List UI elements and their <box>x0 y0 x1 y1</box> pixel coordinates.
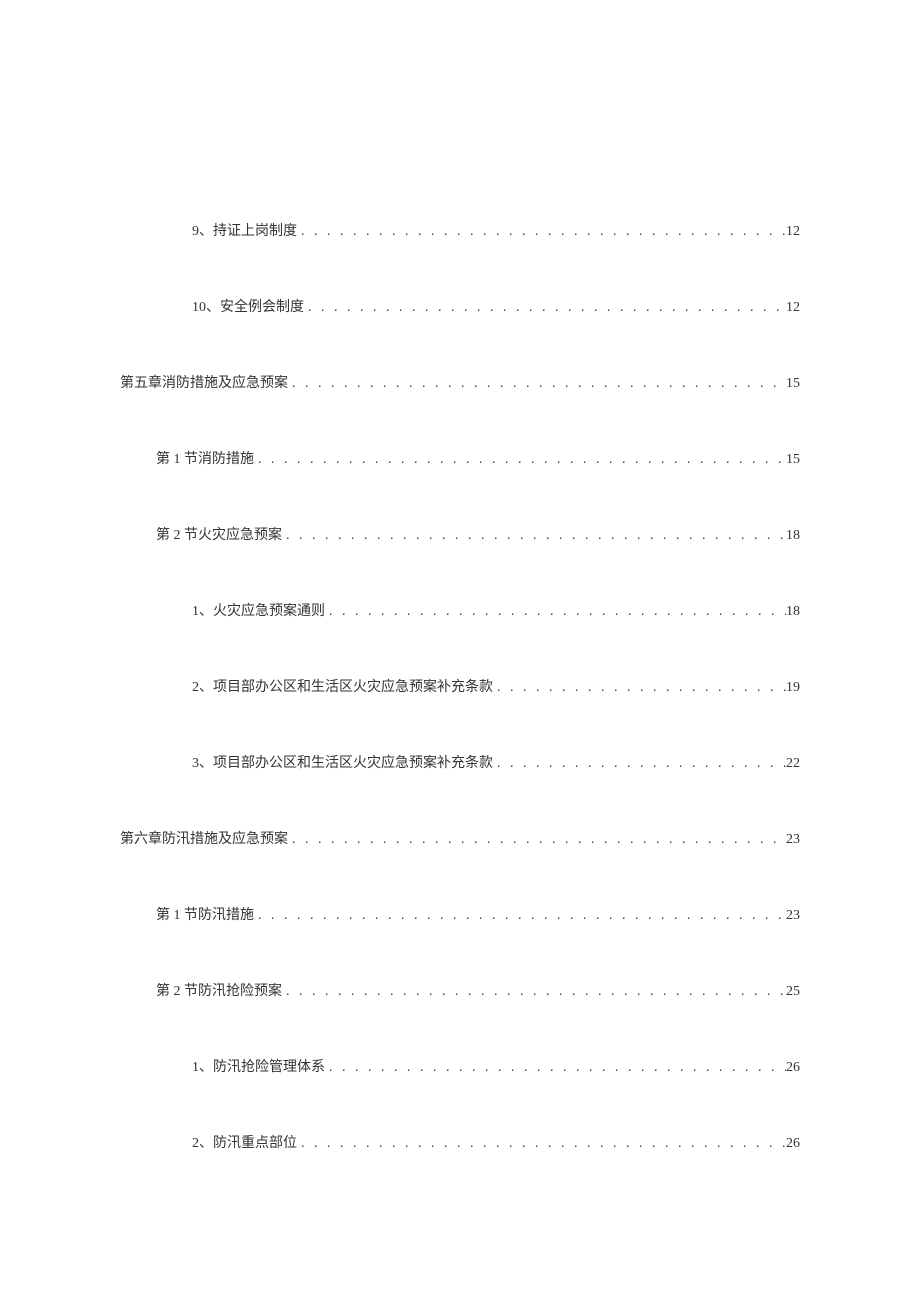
toc-entry: 第 2 节防汛抢险预案 25 <box>120 980 800 1000</box>
toc-entry: 第五章消防措施及应急预案 15 <box>120 372 800 392</box>
toc-entry: 第六章防汛措施及应急预案 23 <box>120 828 800 848</box>
toc-page-number: 18 <box>786 604 800 620</box>
toc-entry: 2、项目部办公区和生活区火灾应急预案补充条款 19 <box>120 676 800 696</box>
toc-label: 10、安全例会制度 <box>192 296 304 316</box>
toc-container: 9、持证上岗制度 12 10、安全例会制度 12 第五章消防措施及应急预案 15… <box>120 220 800 1152</box>
toc-label: 3、项目部办公区和生活区火灾应急预案补充条款 <box>192 752 493 772</box>
toc-page-number: 19 <box>786 680 800 696</box>
toc-leader-dots <box>254 908 786 924</box>
toc-page-number: 15 <box>786 376 800 392</box>
toc-entry: 1、火灾应急预案通则 18 <box>120 600 800 620</box>
toc-entry: 第 1 节防汛措施 23 <box>120 904 800 924</box>
toc-page-number: 22 <box>786 756 800 772</box>
toc-entry: 2、防汛重点部位 26 <box>120 1132 800 1152</box>
toc-leader-dots <box>254 452 786 468</box>
toc-leader-dots <box>282 528 786 544</box>
toc-page-number: 12 <box>786 224 800 240</box>
toc-page-number: 12 <box>786 300 800 316</box>
toc-entry: 10、安全例会制度 12 <box>120 296 800 316</box>
toc-page-number: 23 <box>786 832 800 848</box>
toc-entry: 3、项目部办公区和生活区火灾应急预案补充条款 22 <box>120 752 800 772</box>
toc-page-number: 26 <box>786 1136 800 1152</box>
toc-page-number: 18 <box>786 528 800 544</box>
toc-label: 第 2 节防汛抢险预案 <box>156 980 282 1000</box>
toc-label: 9、持证上岗制度 <box>192 220 297 240</box>
toc-leader-dots <box>288 832 786 848</box>
toc-entry: 第 2 节火灾应急预案 18 <box>120 524 800 544</box>
toc-label: 第五章消防措施及应急预案 <box>120 372 288 392</box>
toc-page-number: 25 <box>786 984 800 1000</box>
toc-leader-dots <box>304 300 786 316</box>
toc-leader-dots <box>493 680 786 696</box>
toc-label: 1、火灾应急预案通则 <box>192 600 325 620</box>
toc-leader-dots <box>297 1136 786 1152</box>
toc-page-number: 26 <box>786 1060 800 1076</box>
toc-leader-dots <box>288 376 786 392</box>
toc-label: 第 2 节火灾应急预案 <box>156 524 282 544</box>
toc-label: 第六章防汛措施及应急预案 <box>120 828 288 848</box>
toc-entry: 第 1 节消防措施 15 <box>120 448 800 468</box>
toc-leader-dots <box>325 1060 786 1076</box>
toc-entry: 1、防汛抢险管理体系 26 <box>120 1056 800 1076</box>
toc-label: 第 1 节消防措施 <box>156 448 254 468</box>
toc-label: 第 1 节防汛措施 <box>156 904 254 924</box>
toc-page-number: 23 <box>786 908 800 924</box>
toc-entry: 9、持证上岗制度 12 <box>120 220 800 240</box>
toc-label: 2、项目部办公区和生活区火灾应急预案补充条款 <box>192 676 493 696</box>
toc-label: 2、防汛重点部位 <box>192 1132 297 1152</box>
toc-leader-dots <box>297 224 786 240</box>
toc-leader-dots <box>325 604 786 620</box>
toc-page-number: 15 <box>786 452 800 468</box>
toc-label: 1、防汛抢险管理体系 <box>192 1056 325 1076</box>
toc-leader-dots <box>493 756 786 772</box>
toc-leader-dots <box>282 984 786 1000</box>
